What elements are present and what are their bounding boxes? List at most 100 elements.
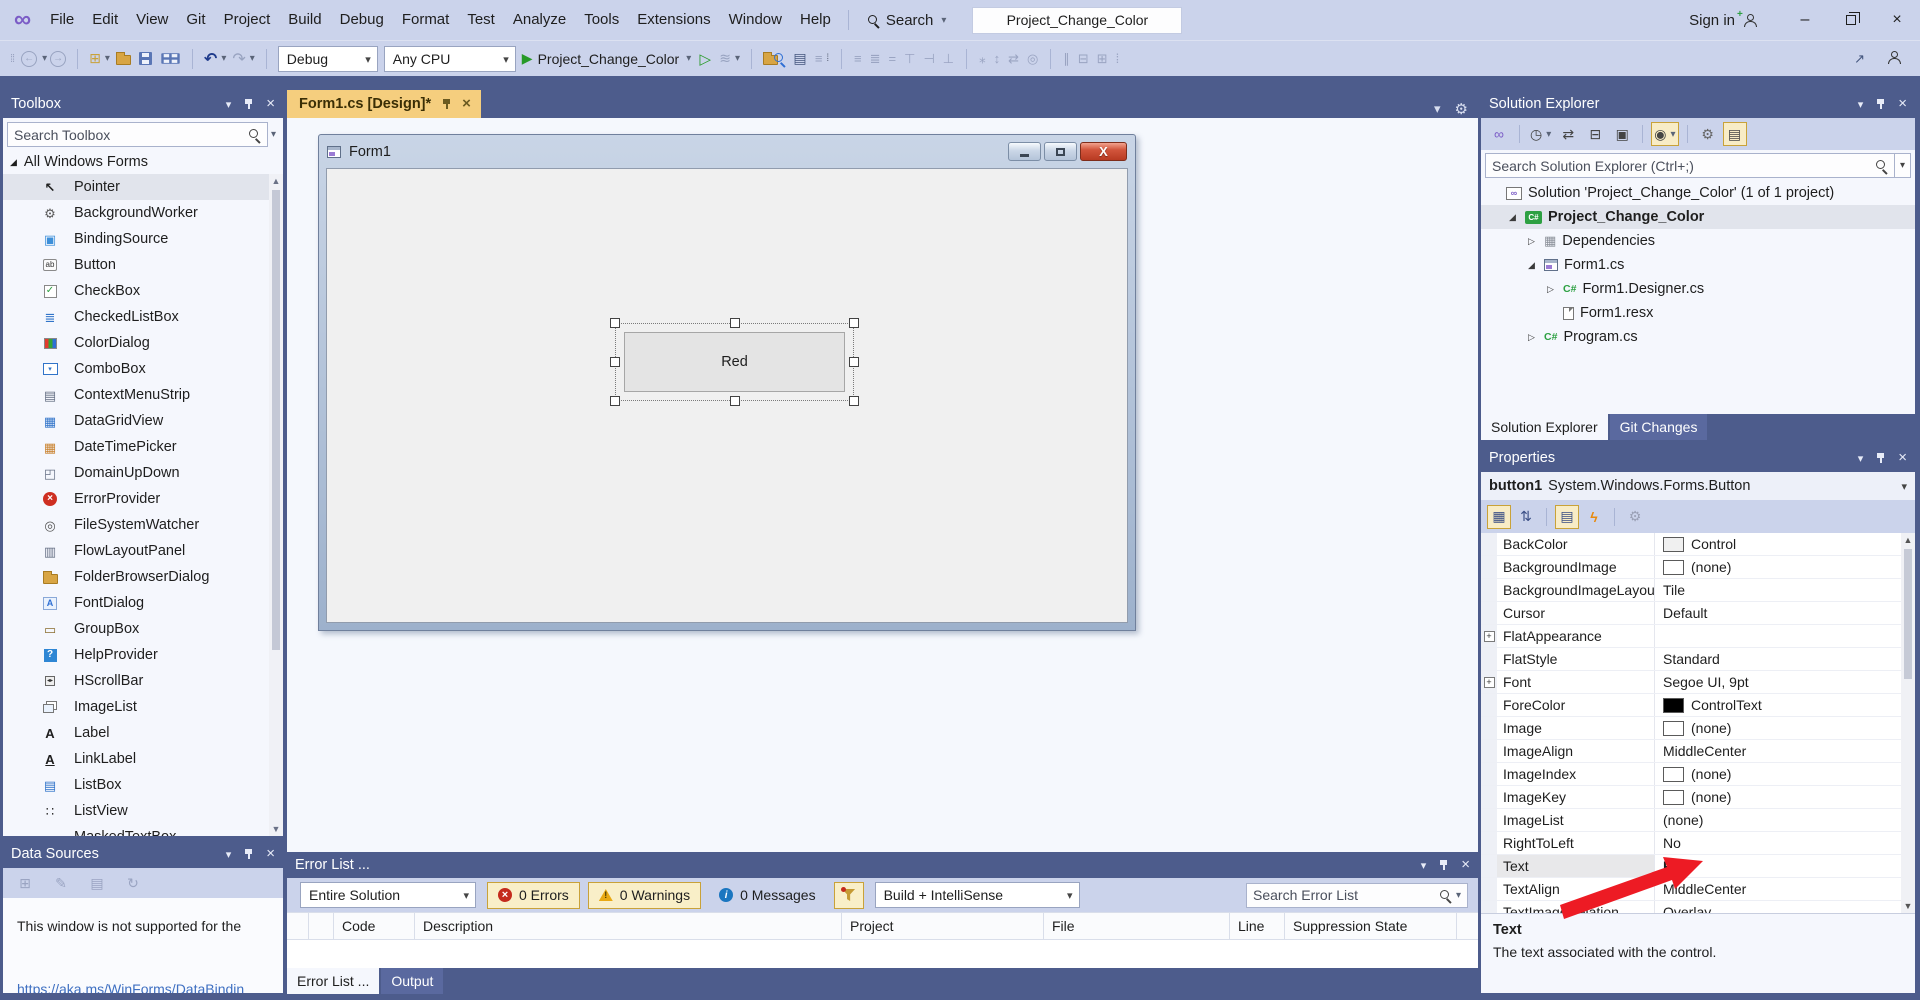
solution-explorer-tab-solution-explorer[interactable]: Solution Explorer — [1481, 414, 1608, 440]
menu-window[interactable]: Window — [720, 0, 791, 40]
error-column-icon[interactable] — [309, 913, 334, 939]
menu-format[interactable]: Format — [393, 0, 459, 40]
close-icon[interactable]: × — [1898, 452, 1907, 464]
minimize-button[interactable]: – — [1782, 0, 1828, 40]
menu-extensions[interactable]: Extensions — [628, 0, 719, 40]
property-row-flatappearance[interactable]: +FlatAppearance — [1481, 625, 1915, 648]
close-icon[interactable]: × — [1898, 98, 1907, 110]
property-value[interactable]: No — [1655, 832, 1915, 854]
property-row-backgroundimagelayout[interactable]: BackgroundImageLayoutTile — [1481, 579, 1915, 602]
toolbar-grip[interactable]: ⁞⁞ — [10, 53, 14, 65]
toolbox-item-helpprovider[interactable]: ?HelpProvider — [3, 642, 283, 668]
solution-explorer-show-all-files-icon[interactable]: ▣ — [1610, 122, 1634, 146]
error-column-code[interactable]: Code — [334, 913, 415, 939]
property-value[interactable]: (none) — [1655, 763, 1915, 785]
menu-analyze[interactable]: Analyze — [504, 0, 575, 40]
menu-project[interactable]: Project — [215, 0, 280, 40]
menu-tools[interactable]: Tools — [575, 0, 628, 40]
error-column-project[interactable]: Project — [842, 913, 1044, 939]
same-width-icon[interactable]: ⁎ — [975, 51, 990, 67]
error-column-file[interactable]: File — [1044, 913, 1230, 939]
start-without-debugging-button[interactable]: ▷ — [694, 46, 716, 72]
vertical-spacing-icon[interactable]: ⊟ — [1074, 51, 1093, 67]
property-row-imageindex[interactable]: ImageIndex(none) — [1481, 763, 1915, 786]
close-icon[interactable]: × — [266, 98, 275, 110]
toolbox-item-domainupdown[interactable]: ◰DomainUpDown — [3, 460, 283, 486]
close-icon[interactable]: × — [462, 98, 471, 110]
toolbar-overflow-icon[interactable]: ≡⁞ — [811, 46, 833, 72]
start-debugging-button[interactable]: ▶ Project_Change_Color ▾ — [519, 46, 694, 72]
error-list-search-input[interactable] — [1253, 887, 1439, 903]
error-list-search[interactable]: ▾ — [1246, 883, 1468, 908]
property-row-imagekey[interactable]: ImageKey(none) — [1481, 786, 1915, 809]
close-icon[interactable]: × — [266, 848, 275, 860]
solution-explorer-search[interactable] — [1485, 153, 1895, 178]
property-row-backgroundimage[interactable]: BackgroundImage(none) — [1481, 556, 1915, 579]
property-row-image[interactable]: Image(none) — [1481, 717, 1915, 740]
property-value[interactable] — [1655, 625, 1915, 647]
property-row-cursor[interactable]: CursorDefault — [1481, 602, 1915, 625]
share-icon[interactable]: ↗ — [1850, 51, 1869, 67]
property-value[interactable]: Overlay — [1655, 901, 1915, 913]
designed-button[interactable]: Red — [624, 332, 845, 392]
bring-to-front-icon[interactable]: ⊞ — [1093, 51, 1112, 67]
toolbox-item-imagelist[interactable]: ImageList — [3, 694, 283, 720]
properties-properties-page-icon[interactable]: ▤ — [1555, 505, 1579, 529]
toolbox-scrollbar[interactable]: ▲ ▼ — [269, 174, 283, 836]
form-client-area[interactable]: Red — [326, 168, 1128, 623]
pin-icon[interactable] — [1438, 859, 1449, 871]
solution-explorer-collapse-all-icon[interactable]: ⊟ — [1583, 122, 1607, 146]
property-row-forecolor[interactable]: ForeColorControlText — [1481, 694, 1915, 717]
align-middles-icon[interactable]: ⊣ — [919, 51, 938, 67]
menu-view[interactable]: View — [127, 0, 177, 40]
property-row-backcolor[interactable]: BackColorControl — [1481, 533, 1915, 556]
collapse-arrow-icon[interactable]: ◢ — [1525, 260, 1538, 271]
chevron-down-icon[interactable]: ▾ — [1434, 101, 1441, 117]
same-size-icon[interactable]: ⇄ — [1004, 51, 1023, 67]
error-list-tab-error-list[interactable]: Error List ... — [287, 968, 379, 994]
data-sources-add-new-data-source-icon[interactable]: ⊞ — [13, 871, 37, 895]
undo-button[interactable]: ↶▾ — [201, 46, 229, 72]
data-sources-refresh-icon[interactable]: ↻ — [121, 871, 145, 895]
form-maximize-button[interactable] — [1044, 142, 1077, 161]
toolbox-item-contextmenustrip[interactable]: ▤ContextMenuStrip — [3, 382, 283, 408]
pin-icon[interactable] — [1875, 452, 1886, 464]
resize-handle-ne[interactable] — [849, 318, 859, 328]
menu-git[interactable]: Git — [177, 0, 214, 40]
scroll-thumb[interactable] — [1904, 549, 1912, 679]
messages-toggle[interactable]: 0 Messages — [709, 882, 825, 909]
toolbox-item-checkedlistbox[interactable]: ≣CheckedListBox — [3, 304, 283, 330]
expand-arrow-icon[interactable]: ▷ — [1525, 332, 1538, 343]
solution-explorer-preview-selected-items-icon[interactable]: ▤ — [1723, 122, 1747, 146]
find-in-files-button[interactable] — [760, 46, 789, 72]
toolbox-item-combobox[interactable]: ▾ComboBox — [3, 356, 283, 382]
property-row-font[interactable]: +FontSegoe UI, 9pt — [1481, 671, 1915, 694]
designed-form[interactable]: Form1 X Red — [318, 134, 1136, 631]
solution-explorer-switch-views-icon[interactable]: ∞ — [1487, 122, 1511, 146]
toolbox-item-backgroundworker[interactable]: ⚙BackgroundWorker — [3, 200, 283, 226]
resize-handle-sw[interactable] — [610, 396, 620, 406]
toolbox-group-all-windows-forms[interactable]: ◢ All Windows Forms — [3, 150, 283, 174]
horizontal-spacing-icon[interactable]: ∥ — [1059, 51, 1074, 67]
resize-handle-w[interactable] — [610, 357, 620, 367]
gear-icon[interactable]: ⚙ — [1455, 100, 1468, 118]
menu-file[interactable]: File — [41, 0, 83, 40]
property-row-text[interactable]: TextRed — [1481, 855, 1915, 878]
tree-item-form1-designer-cs[interactable]: ▷C#Form1.Designer.cs — [1481, 277, 1915, 301]
solution-explorer-sync-with-active-document-icon[interactable]: ◉▾ — [1651, 122, 1678, 146]
solution-explorer-search-input[interactable] — [1492, 158, 1875, 174]
save-all-button[interactable] — [157, 46, 184, 72]
open-file-button[interactable] — [113, 46, 135, 72]
toolbox-item-pointer[interactable]: ↖Pointer — [3, 174, 283, 200]
error-column-suppression-state[interactable]: Suppression State — [1285, 913, 1457, 939]
warnings-toggle[interactable]: 0 Warnings — [588, 882, 701, 909]
chevron-down-icon[interactable]: ▾ — [271, 129, 276, 140]
properties-window-button[interactable]: ▤ — [789, 46, 811, 72]
scroll-up-icon[interactable]: ▲ — [272, 174, 281, 188]
toolbox-item-filesystemwatcher[interactable]: ◎FileSystemWatcher — [3, 512, 283, 538]
scroll-thumb[interactable] — [272, 190, 280, 650]
search-menu[interactable]: Search ▾ — [867, 12, 947, 29]
same-height-icon[interactable]: ↕ — [990, 51, 1005, 66]
align-bottoms-icon[interactable]: ⊥ — [939, 51, 958, 67]
form-close-button[interactable]: X — [1080, 142, 1127, 161]
